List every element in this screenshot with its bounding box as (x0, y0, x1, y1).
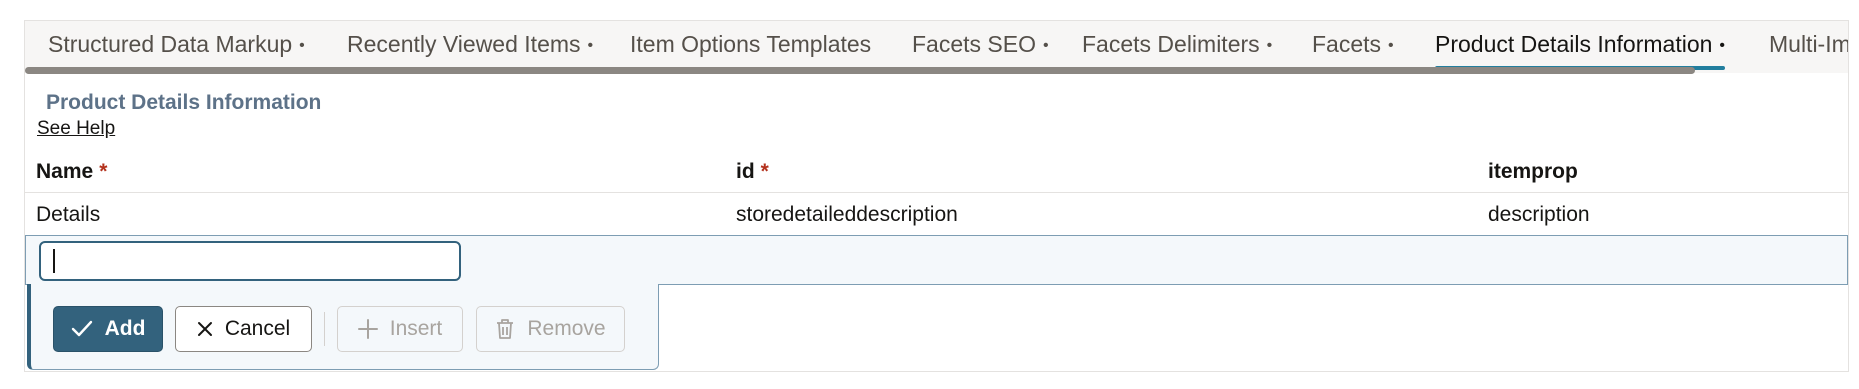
column-header-name[interactable]: Name * (36, 160, 107, 184)
section-title: Product Details Information (46, 91, 322, 114)
check-icon (71, 320, 93, 338)
text-caret (53, 249, 55, 273)
tab-multi-image[interactable]: Multi-Im (1769, 21, 1848, 73)
tab-facets[interactable]: Facets • (1312, 21, 1394, 73)
cancel-button[interactable]: Cancel (175, 306, 312, 352)
see-help-link[interactable]: See Help (37, 118, 115, 140)
plus-icon (357, 319, 378, 339)
cell-name: Details (36, 203, 101, 226)
tab-bar: Structured Data Markup • Recently Viewed … (25, 21, 1848, 73)
column-header-id[interactable]: id * (736, 160, 769, 184)
tab-structured-data-markup[interactable]: Structured Data Markup • (48, 21, 305, 73)
cell-itemprop: description (1488, 203, 1590, 226)
tab-recently-viewed-items[interactable]: Recently Viewed Items • (347, 21, 593, 73)
close-icon (197, 321, 213, 337)
grid-header: Name * id * itemprop (25, 154, 1848, 193)
required-marker: * (99, 160, 108, 183)
remove-button[interactable]: Remove (476, 306, 625, 352)
insert-button[interactable]: Insert (337, 306, 463, 352)
toolbar-separator (324, 312, 325, 346)
name-input[interactable] (39, 241, 461, 281)
table-row[interactable]: Details storedetaileddescription descrip… (25, 193, 1848, 235)
tab-facets-delimiters[interactable]: Facets Delimiters • (1082, 21, 1272, 73)
tab-facets-seo[interactable]: Facets SEO • (912, 21, 1049, 73)
trash-icon (495, 318, 515, 340)
tab-bar-scrollbar[interactable] (25, 67, 1695, 74)
tab-product-details-information[interactable]: Product Details Information • (1435, 21, 1726, 73)
add-button[interactable]: Add (53, 306, 163, 352)
cell-id: storedetaileddescription (736, 203, 958, 226)
tab-item-options-templates[interactable]: Item Options Templates (630, 21, 878, 73)
required-marker: * (760, 160, 769, 183)
column-header-itemprop[interactable]: itemprop (1488, 160, 1584, 184)
